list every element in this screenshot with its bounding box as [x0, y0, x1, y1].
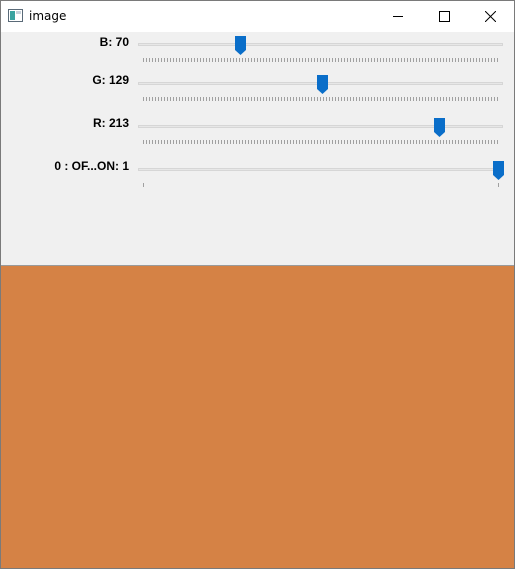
trackbar-label-b: B: 70: [99, 35, 129, 49]
trackbar-ticks-b: [143, 58, 498, 62]
trackbar-track-switch[interactable]: [138, 168, 503, 171]
trackbar-ticks-g: [143, 97, 498, 101]
trackbar-label-g: G: 129: [92, 73, 129, 87]
maximize-icon: [439, 11, 450, 22]
trackbar-thumb-g[interactable]: [317, 75, 329, 94]
title-bar[interactable]: image: [1, 1, 514, 32]
color-preview: [1, 265, 514, 568]
trackbar-row-r: R: 213: [1, 112, 514, 152]
trackbar-ticks-r: [143, 140, 498, 144]
trackbar-tick-max: [498, 183, 499, 187]
maximize-button[interactable]: [422, 1, 468, 32]
window-title: image: [29, 9, 67, 23]
close-icon: [485, 11, 496, 22]
trackbar-row-g: G: 129: [1, 70, 514, 110]
minimize-icon: [393, 16, 403, 17]
trackbar-thumb-switch[interactable]: [492, 161, 504, 180]
app-window: image B: 70 G: 129 R: 213 0: OF...ON: 1: [0, 0, 515, 569]
trackbar-tick-min: [143, 183, 144, 187]
trackbar-panel: B: 70 G: 129 R: 213 0 : OF...ON: 1: [1, 32, 514, 265]
trackbar-track-b[interactable]: [138, 43, 503, 46]
trackbar-row-switch: 0 : OF...ON: 1: [1, 155, 514, 195]
minimize-button[interactable]: [376, 1, 422, 32]
trackbar-row-b: B: 70: [1, 32, 514, 72]
opencv-window-icon: [8, 9, 23, 22]
trackbar-thumb-r[interactable]: [434, 118, 446, 137]
trackbar-label-switch: 0 : OF...ON: 1: [54, 159, 129, 173]
trackbar-track-r[interactable]: [138, 125, 503, 128]
close-button[interactable]: [468, 1, 514, 32]
trackbar-thumb-b[interactable]: [234, 36, 246, 55]
trackbar-label-r: R: 213: [92, 116, 129, 130]
